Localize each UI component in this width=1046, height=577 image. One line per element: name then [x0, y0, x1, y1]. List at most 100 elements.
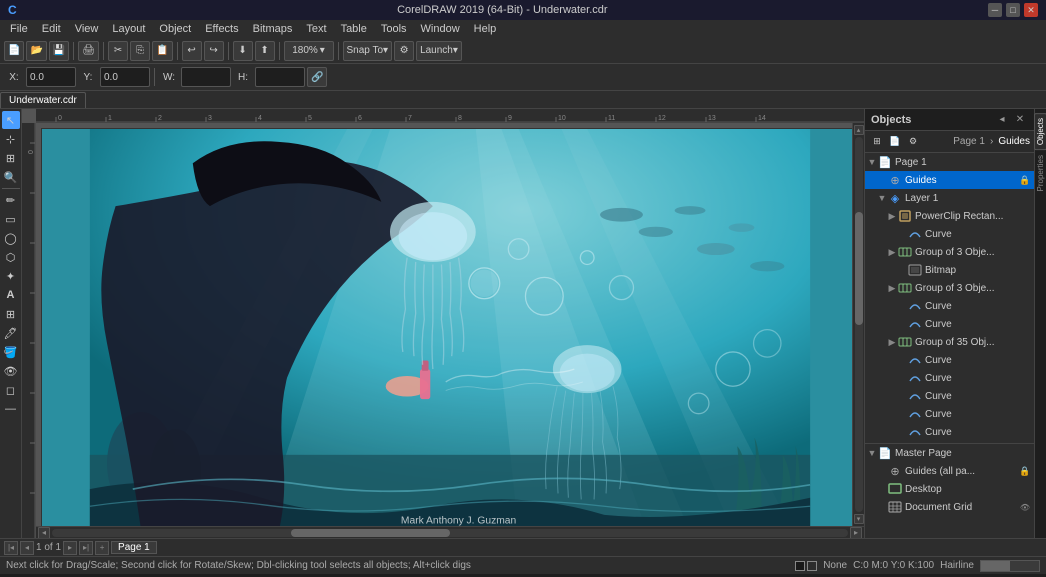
first-page-button[interactable]: |◂: [4, 541, 18, 555]
paste-button[interactable]: 📋: [152, 41, 172, 61]
tree-item-group3b[interactable]: ▶ Group of 3 Obje...: [865, 279, 1034, 297]
canvas-area[interactable]: 0 1 2 3 4 5 6 7 8 9 10: [22, 109, 864, 538]
vertical-scrollbar[interactable]: ▴ ▾: [852, 123, 864, 526]
close-button[interactable]: ✕: [1024, 3, 1038, 17]
menu-layout[interactable]: Layout: [106, 22, 151, 36]
scroll-track[interactable]: [52, 529, 848, 537]
launch-button[interactable]: Launch ▾: [416, 41, 462, 61]
cut-button[interactable]: ✂: [108, 41, 128, 61]
width-input[interactable]: [181, 67, 231, 87]
polygon-tool[interactable]: ⬡: [2, 248, 20, 266]
menu-file[interactable]: File: [4, 22, 34, 36]
tree-item-powerclip[interactable]: ▶ PowerClip Rectan...: [865, 207, 1034, 225]
height-input[interactable]: [255, 67, 305, 87]
copy-button[interactable]: ⎘: [130, 41, 150, 61]
horizontal-scrollbar[interactable]: ◂ ▸: [36, 526, 864, 538]
text-tool[interactable]: A: [2, 286, 20, 304]
ellipse-tool[interactable]: ◯: [2, 229, 20, 247]
node-tool[interactable]: ⊹: [2, 130, 20, 148]
select-tool[interactable]: ↖: [2, 111, 20, 129]
pen-tool[interactable]: 🖊: [2, 324, 20, 342]
menu-help[interactable]: Help: [468, 22, 503, 36]
y-input[interactable]: [100, 67, 150, 87]
x-input[interactable]: [26, 67, 76, 87]
crop-tool[interactable]: ⊞: [2, 149, 20, 167]
zoom-slider[interactable]: [980, 560, 1040, 572]
connector-tool[interactable]: —: [2, 400, 20, 418]
tree-item-curve8[interactable]: Curve: [865, 423, 1034, 441]
tree-item-guides[interactable]: ⊕ Guides 🔒: [865, 171, 1034, 189]
tree-item-group35[interactable]: ▶ Group of 35 Obj...: [865, 333, 1034, 351]
redo-button[interactable]: ↪: [204, 41, 224, 61]
menu-text[interactable]: Text: [300, 22, 332, 36]
tree-item-curve1[interactable]: Curve: [865, 225, 1034, 243]
document-tab[interactable]: Underwater.cdr: [0, 92, 86, 108]
expand-icon-guides[interactable]: [877, 172, 887, 188]
menu-view[interactable]: View: [69, 22, 105, 36]
new-layer-button[interactable]: ⊞: [869, 134, 885, 150]
vscroll-thumb[interactable]: [855, 212, 863, 325]
open-button[interactable]: 📂: [26, 41, 46, 61]
import-button[interactable]: ⬇: [233, 41, 253, 61]
menu-tools[interactable]: Tools: [375, 22, 413, 36]
tree-item-curve4[interactable]: Curve: [865, 351, 1034, 369]
tree-item-curve2[interactable]: Curve: [865, 297, 1034, 315]
tree-item-desktop[interactable]: Desktop: [865, 480, 1034, 498]
new-master-page-button[interactable]: 📄: [887, 134, 903, 150]
tree-item-bitmap[interactable]: Bitmap: [865, 261, 1034, 279]
tree-item-curve3[interactable]: Curve: [865, 315, 1034, 333]
scroll-right-button[interactable]: ▸: [850, 527, 862, 539]
freehand-tool[interactable]: ✏: [2, 191, 20, 209]
star-tool[interactable]: ✦: [2, 267, 20, 285]
snap-to-button[interactable]: Snap To ▾: [343, 41, 393, 61]
tree-item-layer1[interactable]: ▼ ◈ Layer 1: [865, 189, 1034, 207]
tree-item-curve5[interactable]: Curve: [865, 369, 1034, 387]
expand-icon-powerclip[interactable]: ▶: [887, 208, 897, 224]
settings-button[interactable]: ⚙: [394, 41, 414, 61]
menu-window[interactable]: Window: [415, 22, 466, 36]
prev-page-button[interactable]: ◂: [20, 541, 34, 555]
vscroll-track[interactable]: [855, 137, 863, 512]
expand-icon-page1[interactable]: ▼: [867, 154, 877, 170]
expand-icon-g35[interactable]: ▶: [887, 334, 897, 350]
next-page-button[interactable]: ▸: [63, 541, 77, 555]
panel-expand-button[interactable]: ◂: [994, 112, 1010, 128]
objects-tree[interactable]: ▼ 📄 Page 1 ⊕ Guides 🔒 ▼ ◈ Layer 1 ▶: [865, 153, 1034, 538]
scroll-up-button[interactable]: ▴: [854, 125, 864, 135]
zoom-tool[interactable]: 🔍: [2, 168, 20, 186]
menu-object[interactable]: Object: [153, 22, 197, 36]
expand-icon-layer1[interactable]: ▼: [877, 190, 887, 206]
scroll-thumb[interactable]: [291, 529, 450, 537]
tree-item-guides-all[interactable]: ⊕ Guides (all pa... 🔒: [865, 462, 1034, 480]
tree-item-group3a[interactable]: ▶ Group of 3 Obje...: [865, 243, 1034, 261]
objects-tab[interactable]: Objects: [1034, 113, 1046, 150]
eraser-tool[interactable]: ◻: [2, 381, 20, 399]
tree-item-curve6[interactable]: Curve: [865, 387, 1034, 405]
scroll-left-button[interactable]: ◂: [38, 527, 50, 539]
tree-item-page1[interactable]: ▼ 📄 Page 1: [865, 153, 1034, 171]
expand-icon-master[interactable]: ▼: [867, 445, 877, 461]
layer-properties-button[interactable]: ⚙: [905, 134, 921, 150]
fill-tool[interactable]: 🪣: [2, 343, 20, 361]
table-tool[interactable]: ⊞: [2, 305, 20, 323]
undo-button[interactable]: ↩: [182, 41, 202, 61]
eyedrop-tool[interactable]: 👁: [2, 362, 20, 380]
expand-icon-g3b[interactable]: ▶: [887, 280, 897, 296]
expand-icon-g3a[interactable]: ▶: [887, 244, 897, 260]
add-page-button[interactable]: +: [95, 541, 109, 555]
menu-effects[interactable]: Effects: [199, 22, 244, 36]
save-button[interactable]: 💾: [49, 41, 69, 61]
tree-item-masterpage[interactable]: ▼ 📄 Master Page: [865, 443, 1034, 462]
minimize-button[interactable]: ─: [988, 3, 1002, 17]
scroll-down-button[interactable]: ▾: [854, 514, 864, 524]
new-button[interactable]: 📄: [4, 41, 24, 61]
last-page-button[interactable]: ▸|: [79, 541, 93, 555]
canvas-content[interactable]: Mark Anthony J. Guzman: [36, 123, 864, 538]
tree-item-docgrid[interactable]: Document Grid 👁: [865, 498, 1034, 516]
rectangle-tool[interactable]: ▭: [2, 210, 20, 228]
panel-close-button[interactable]: ✕: [1012, 112, 1028, 128]
export-button[interactable]: ⬆: [255, 41, 275, 61]
tree-item-curve7[interactable]: Curve: [865, 405, 1034, 423]
menu-edit[interactable]: Edit: [36, 22, 67, 36]
menu-bitmaps[interactable]: Bitmaps: [247, 22, 299, 36]
